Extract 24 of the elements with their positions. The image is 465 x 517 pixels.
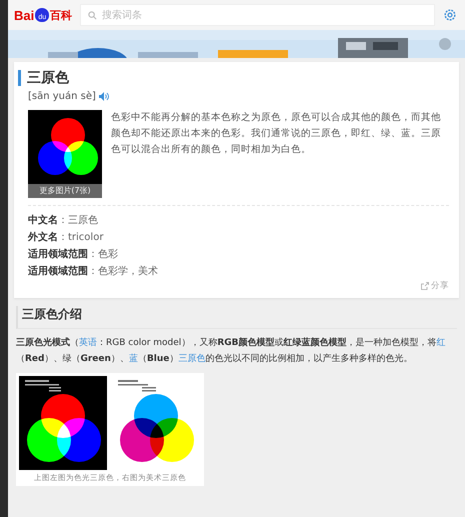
more-images-caption: 更多图片(7张) — [28, 184, 102, 198]
info-value: ：tricolor — [58, 231, 104, 244]
speaker-icon[interactable] — [98, 92, 109, 101]
info-label: 外文名 — [28, 231, 58, 244]
entry-title: 三原色 — [18, 70, 449, 86]
settings-icon[interactable] — [443, 8, 457, 22]
search-field[interactable]: 搜索词条 — [80, 4, 435, 26]
text-link[interactable]: 红 — [436, 338, 446, 348]
share-icon — [421, 282, 429, 290]
info-value: ：色彩学，美术 — [88, 265, 158, 278]
text-link[interactable]: 蓝 — [128, 354, 138, 364]
info-label: 中文名 — [28, 214, 58, 227]
text-link[interactable]: 三原色 — [178, 354, 206, 364]
share-label[interactable]: 分享 — [431, 280, 449, 292]
section-title: 三原色介绍 — [16, 306, 457, 329]
intro-paragraph: 三原色光模式（英语：RGB color model），又称RGB颜色模型或红绿蓝颜色模型，是一种加色模型，将红 （Red）、绿（Green）、蓝（Blue）三原色的色光以不同的比例相加，以产生多种多样的色光。 — [16, 336, 446, 366]
info-label: 适用领域范围 — [28, 265, 88, 278]
summary-text: 色彩中不能再分解的基本色称之为原色，原色可以合成其他的颜色，而其他颜色却不能还原出本来的色彩。我们通常说的三原色，即红、绿、蓝。三原色可以混合出所有的颜色，同时相加为白色。 — [111, 111, 442, 157]
info-value: ：三原色 — [58, 214, 98, 227]
info-value: ：色彩 — [88, 248, 118, 261]
info-label: 适用领域范围 — [28, 248, 88, 261]
share-link[interactable]: 分享 — [421, 280, 449, 292]
pinyin: [sān yuán sè] — [28, 91, 96, 102]
text-link[interactable]: 英语 — [79, 338, 97, 348]
